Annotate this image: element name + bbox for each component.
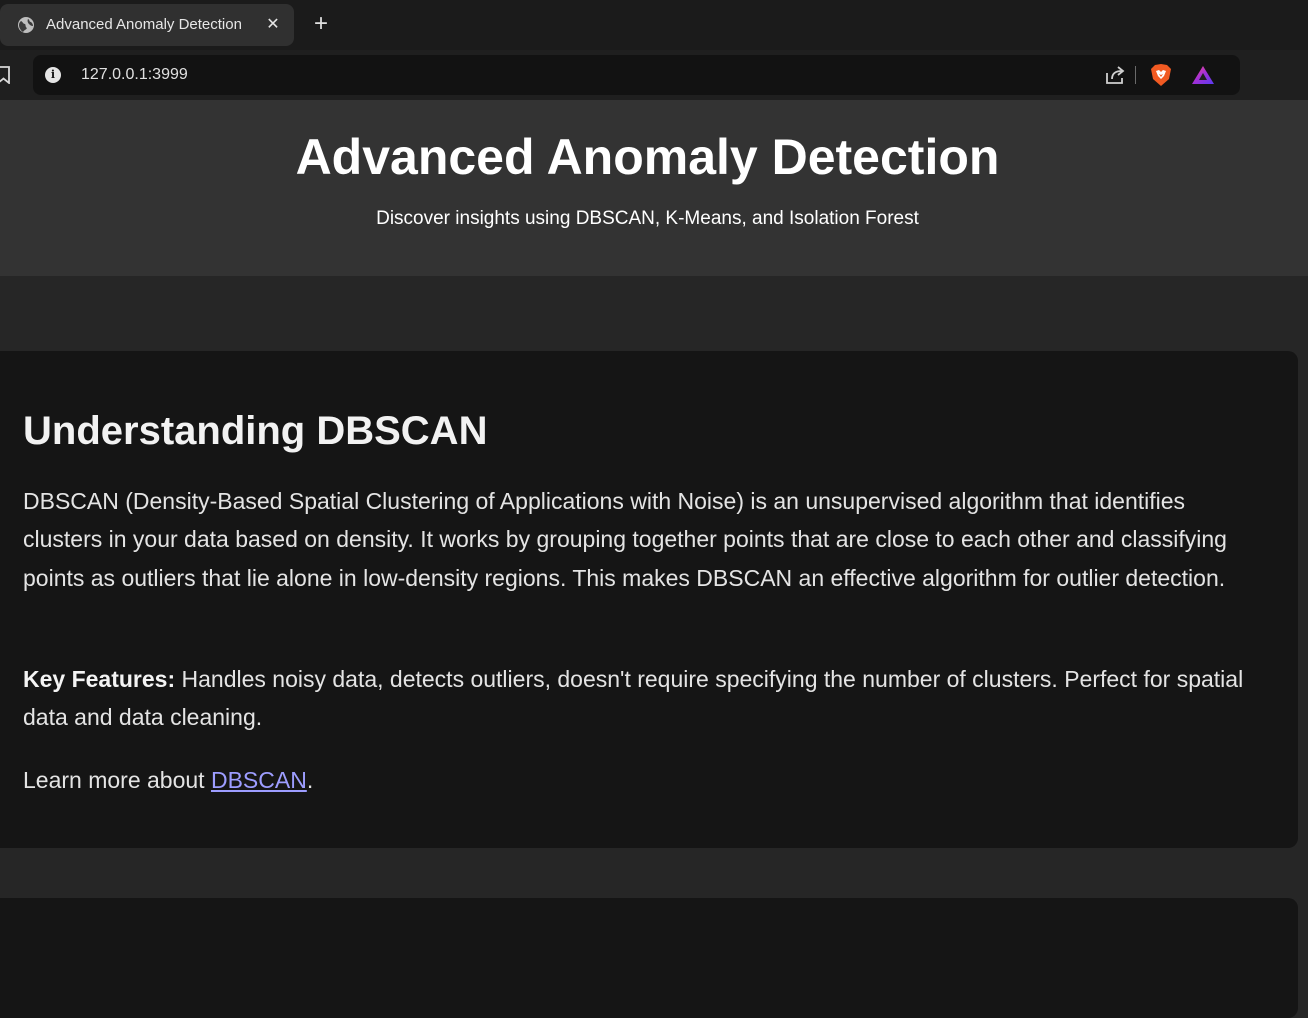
tab-close-icon[interactable]: ✕ xyxy=(262,14,284,36)
learn-more-paragraph: Learn more about DBSCAN. xyxy=(23,761,1248,799)
globe-icon xyxy=(18,17,34,33)
dbscan-card: Understanding DBSCAN DBSCAN (Density-Bas… xyxy=(0,351,1298,848)
toolbar-divider xyxy=(1135,66,1136,84)
learn-more-prefix: Learn more about xyxy=(23,767,211,793)
page-title: Advanced Anomaly Detection xyxy=(295,129,1000,185)
next-section-card xyxy=(0,898,1298,1018)
url-text[interactable]: 127.0.0.1:3999 xyxy=(81,66,188,84)
tab-strip: Advanced Anomaly Detection ✕ + xyxy=(0,0,1308,50)
key-features-text: Handles noisy data, detects outliers, do… xyxy=(23,666,1244,731)
learn-more-suffix: . xyxy=(306,767,314,793)
page-subtitle: Discover insights using DBSCAN, K-Means,… xyxy=(376,208,919,229)
share-icon[interactable] xyxy=(1104,64,1126,86)
brave-shield-icon[interactable] xyxy=(1150,63,1172,87)
key-features-paragraph: Key Features: Handles noisy data, detect… xyxy=(23,660,1248,737)
section-heading: Understanding DBSCAN xyxy=(23,409,488,453)
browser-tab[interactable]: Advanced Anomaly Detection ✕ xyxy=(0,4,294,46)
dbscan-link[interactable]: DBSCAN xyxy=(211,767,307,793)
new-tab-button[interactable]: + xyxy=(309,12,333,37)
intro-paragraph: DBSCAN (Density-Based Spatial Clustering… xyxy=(23,488,1227,591)
bookmark-icon[interactable] xyxy=(0,66,12,84)
browser-toolbar: i 127.0.0.1:3999 xyxy=(0,50,1308,100)
tab-title: Advanced Anomaly Detection xyxy=(46,16,242,33)
brave-rewards-icon[interactable] xyxy=(1191,65,1215,85)
address-bar[interactable]: i 127.0.0.1:3999 xyxy=(33,55,1240,95)
key-features-label: Key Features: xyxy=(23,666,176,692)
page-header: Advanced Anomaly Detection Discover insi… xyxy=(0,100,1308,276)
info-icon[interactable]: i xyxy=(45,67,61,83)
